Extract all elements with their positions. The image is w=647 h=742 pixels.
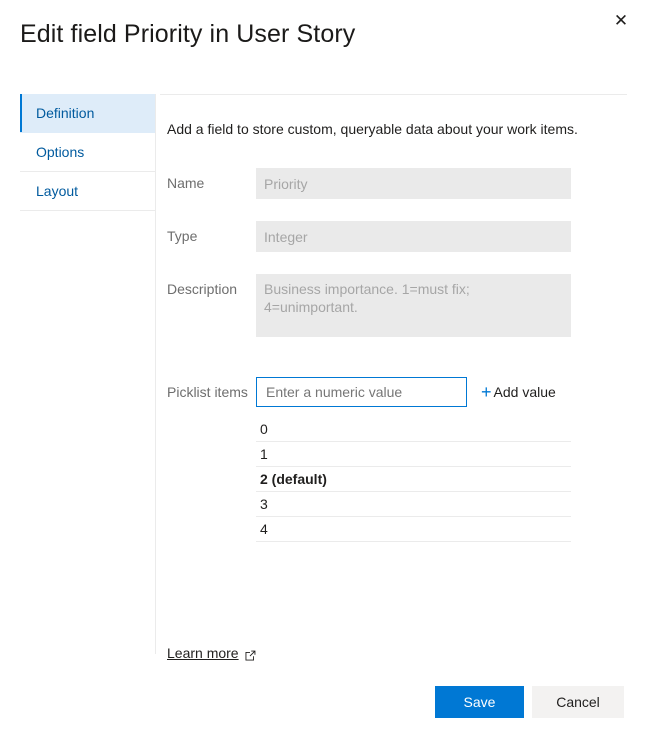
list-item[interactable]: 1	[256, 442, 571, 467]
tab-definition-label: Definition	[36, 105, 95, 121]
description-label: Description	[167, 281, 238, 297]
dialog-body: Definition Options Layout Add a field to…	[0, 94, 647, 661]
definition-panel: Add a field to store custom, queryable d…	[167, 94, 627, 542]
list-item[interactable]: 0	[256, 417, 571, 442]
list-item[interactable]: 4	[256, 517, 571, 542]
cancel-button[interactable]: Cancel	[532, 686, 624, 718]
picklist-row: Picklist items + Add value	[167, 377, 627, 407]
page-title: Edit field Priority in User Story	[20, 20, 356, 48]
add-value-label: Add value	[493, 384, 556, 400]
close-icon[interactable]: ✕	[605, 4, 637, 36]
dialog-footer: Save Cancel	[0, 686, 647, 742]
list-item-label: 2 (default)	[260, 471, 327, 487]
external-link-icon	[245, 648, 256, 660]
field-row-name: Name Priority	[167, 168, 627, 199]
type-label: Type	[167, 228, 198, 244]
tab-definition[interactable]: Definition	[20, 94, 155, 133]
name-label: Name	[167, 175, 205, 191]
picklist-item-list: 0 1 2 (default) 3 4	[256, 417, 571, 542]
sidebar-divider	[155, 94, 156, 654]
list-item-label: 3	[260, 496, 268, 512]
list-item-default[interactable]: 2 (default)	[256, 467, 571, 492]
list-item-label: 0	[260, 421, 268, 437]
tab-options-label: Options	[36, 144, 85, 160]
field-row-type: Type Integer	[167, 221, 627, 252]
plus-icon: +	[481, 382, 492, 402]
learn-more-label: Learn more	[167, 645, 239, 661]
list-item[interactable]: 3	[256, 492, 571, 517]
panel-description: Add a field to store custom, queryable d…	[167, 121, 578, 137]
add-value-button[interactable]: + Add value	[481, 377, 556, 407]
field-row-description: Description Business importance. 1=must …	[167, 274, 627, 337]
type-field: Integer	[256, 221, 571, 252]
tab-options[interactable]: Options	[20, 133, 155, 172]
name-field: Priority	[256, 168, 571, 199]
list-item-label: 1	[260, 446, 268, 462]
save-button[interactable]: Save	[435, 686, 524, 718]
tab-layout-label: Layout	[36, 183, 79, 199]
tab-layout[interactable]: Layout	[20, 172, 155, 211]
list-item-label: 4	[260, 521, 268, 537]
description-field: Business importance. 1=must fix; 4=unimp…	[256, 274, 571, 337]
picklist-label: Picklist items	[167, 384, 248, 400]
picklist-value-input[interactable]	[256, 377, 467, 407]
tab-list: Definition Options Layout	[20, 94, 155, 211]
learn-more-link[interactable]: Learn more	[167, 645, 256, 661]
